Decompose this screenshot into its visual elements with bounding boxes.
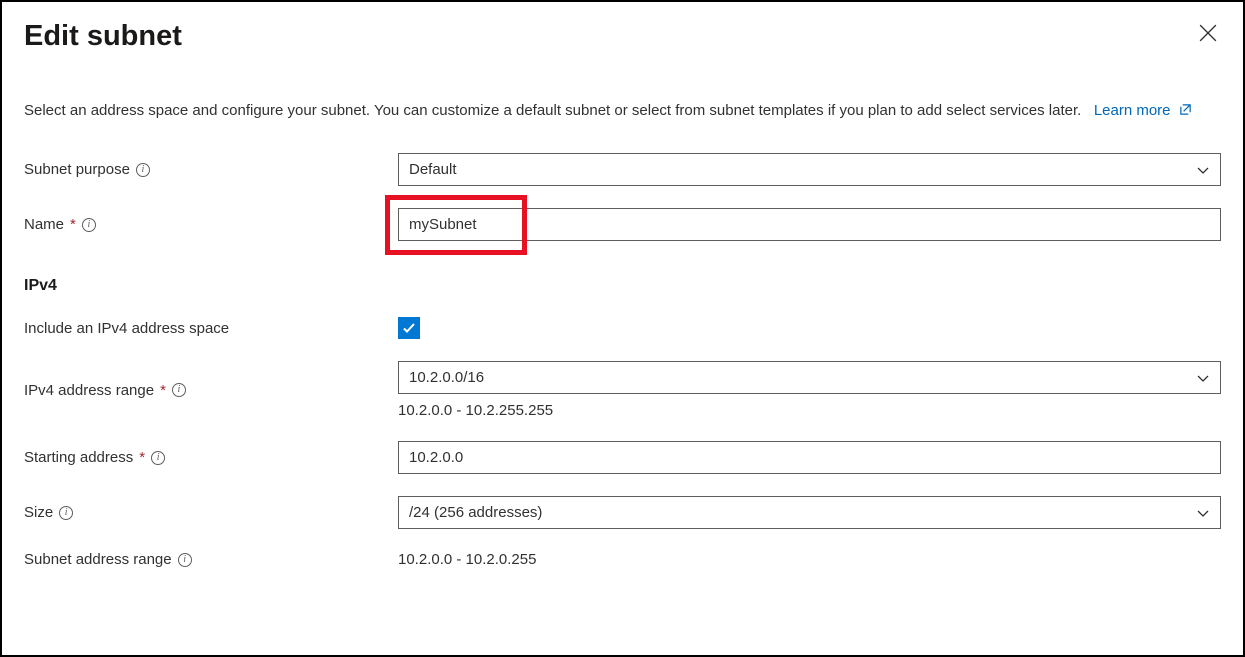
size-value: /24 (256 addresses) xyxy=(409,504,542,521)
info-icon[interactable]: i xyxy=(178,553,192,567)
subnet-address-range-label: Subnet address range xyxy=(24,551,172,568)
info-icon[interactable]: i xyxy=(59,506,73,520)
name-label: Name xyxy=(24,216,64,233)
external-link-icon xyxy=(1179,103,1192,120)
chevron-down-icon xyxy=(1196,371,1210,385)
required-indicator: * xyxy=(160,382,166,399)
name-input[interactable] xyxy=(398,208,1221,241)
include-ipv4-label: Include an IPv4 address space xyxy=(24,320,229,337)
required-indicator: * xyxy=(70,216,76,233)
subnet-address-range-value: 10.2.0.0 - 10.2.0.255 xyxy=(398,551,536,568)
info-icon[interactable]: i xyxy=(136,163,150,177)
subnet-purpose-select[interactable]: Default xyxy=(398,153,1221,186)
chevron-down-icon xyxy=(1196,506,1210,520)
required-indicator: * xyxy=(139,449,145,466)
include-ipv4-checkbox[interactable] xyxy=(398,317,420,339)
page-description: Select an address space and configure yo… xyxy=(24,99,1221,123)
size-label: Size xyxy=(24,504,53,521)
check-icon xyxy=(401,320,417,336)
chevron-down-icon xyxy=(1196,163,1210,177)
ipv4-range-helper: 10.2.0.0 - 10.2.255.255 xyxy=(398,402,1221,419)
ipv4-section-heading: IPv4 xyxy=(24,277,1221,295)
close-button[interactable] xyxy=(1195,20,1221,46)
size-select[interactable]: /24 (256 addresses) xyxy=(398,496,1221,529)
learn-more-label: Learn more xyxy=(1094,102,1171,119)
close-icon xyxy=(1199,24,1217,42)
starting-address-label: Starting address xyxy=(24,449,133,466)
subnet-purpose-value: Default xyxy=(409,161,457,178)
learn-more-link[interactable]: Learn more xyxy=(1094,102,1192,119)
page-title: Edit subnet xyxy=(24,20,182,53)
ipv4-range-select[interactable]: 10.2.0.0/16 xyxy=(398,361,1221,394)
starting-address-input[interactable] xyxy=(398,441,1221,474)
description-text: Select an address space and configure yo… xyxy=(24,102,1081,119)
info-icon[interactable]: i xyxy=(151,451,165,465)
ipv4-range-value: 10.2.0.0/16 xyxy=(409,369,484,386)
subnet-purpose-label: Subnet purpose xyxy=(24,161,130,178)
info-icon[interactable]: i xyxy=(82,218,96,232)
ipv4-range-label: IPv4 address range xyxy=(24,382,154,399)
info-icon[interactable]: i xyxy=(172,383,186,397)
